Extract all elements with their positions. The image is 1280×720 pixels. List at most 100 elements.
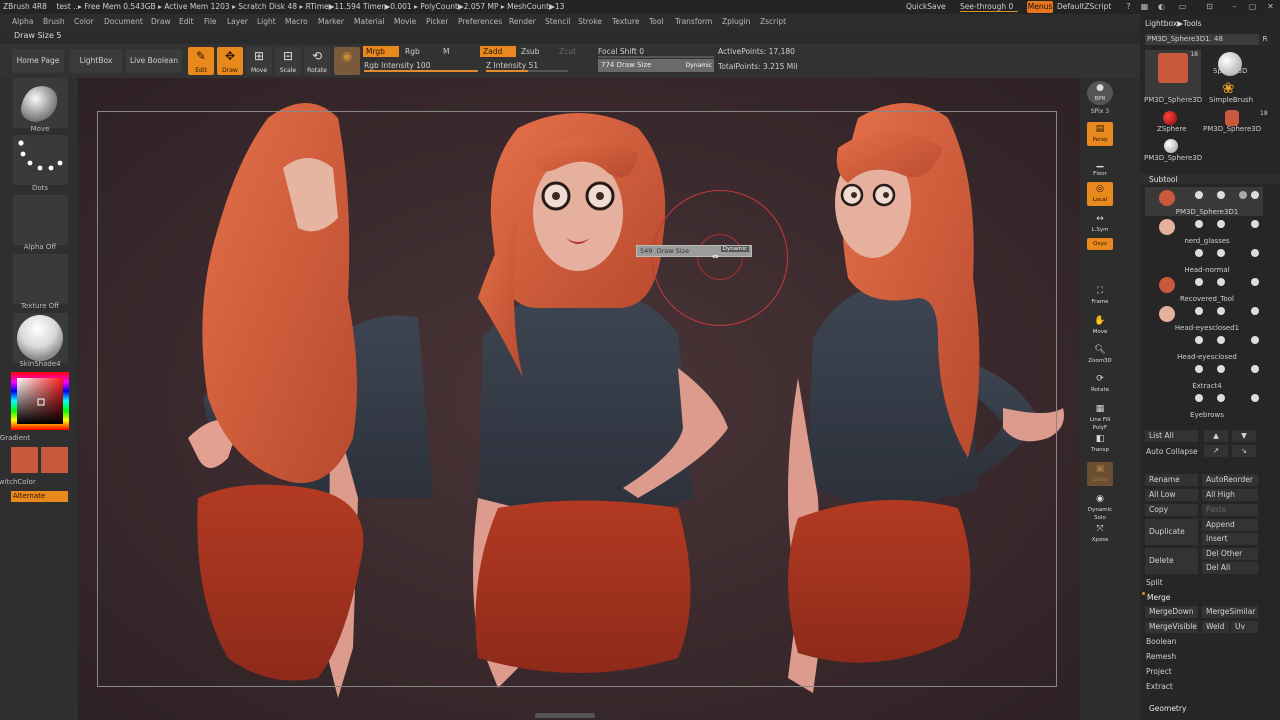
lock-icon[interactable]: ⊡ (1205, 2, 1214, 11)
visibility-icon[interactable] (1195, 220, 1203, 228)
uv-button[interactable]: Uv (1231, 621, 1258, 633)
subtool-row[interactable]: Eyebrows (1145, 390, 1263, 419)
ghost-button[interactable]: ▣ Ghost (1087, 462, 1113, 486)
delete-button[interactable]: Delete (1145, 548, 1198, 574)
arrow-right-up-icon[interactable]: ↗ (1204, 445, 1228, 457)
subtool-row[interactable]: Head-normal (1145, 245, 1263, 274)
rename-button[interactable]: Rename (1145, 474, 1198, 486)
menu-draw[interactable]: Draw (151, 17, 171, 26)
visibility-icon[interactable] (1195, 249, 1203, 257)
subtool-row[interactable]: Recovered_Tool (1145, 274, 1263, 303)
subtool-row[interactable]: Extract4 (1145, 361, 1263, 390)
see-through-slider[interactable]: See-through 0 (960, 2, 1018, 12)
menu-preferences[interactable]: Preferences (458, 17, 502, 26)
focal-shift-slider[interactable]: Focal Shift 0 (598, 46, 714, 58)
eye-icon[interactable] (1251, 249, 1259, 257)
move-view-button[interactable]: ✋ Move (1087, 314, 1113, 338)
polyf-button[interactable]: ▦ Line Fill PolyF (1087, 402, 1113, 431)
eye-icon[interactable] (1251, 365, 1259, 373)
subtool-row[interactable]: Head-eyesclosed (1145, 332, 1263, 361)
remesh-section[interactable]: Remesh (1146, 652, 1176, 661)
rgb-intensity-slider[interactable]: Rgb Intensity 100 (364, 60, 478, 72)
maximize-icon[interactable]: ▢ (1248, 2, 1257, 11)
tool-thumb-active[interactable]: 18 (1145, 50, 1201, 98)
close-icon[interactable]: ✕ (1266, 2, 1275, 11)
dynamic-toggle[interactable]: Dynamic (686, 59, 712, 72)
spix-slider[interactable]: SPix 3 (1085, 108, 1115, 115)
tool-breadcrumb[interactable]: Lightbox▶Tools (1145, 19, 1202, 28)
lightbox-button[interactable]: LightBox (70, 49, 122, 73)
bottom-tray-handle[interactable] (535, 713, 595, 718)
menu-movie[interactable]: Movie (394, 17, 416, 26)
arrow-up-button[interactable]: ▲ (1204, 430, 1228, 442)
all-high-button[interactable]: All High (1202, 489, 1258, 501)
alternate-button[interactable]: Alternate (11, 491, 68, 502)
zoom3d-button[interactable]: 🔍︎ Zoom3D (1087, 343, 1113, 367)
layout-icon[interactable]: ▦ (1140, 2, 1149, 11)
polypaint-icon[interactable] (1217, 191, 1225, 199)
polypaint-icon[interactable] (1217, 336, 1225, 344)
project-section[interactable]: Project (1146, 667, 1172, 676)
subtool-row-active[interactable]: PM3D_Sphere3D1 (1145, 187, 1263, 216)
transp-button[interactable]: ◧ Transp (1087, 432, 1113, 456)
zadd-toggle[interactable]: Zadd (480, 46, 516, 57)
polypaint-icon[interactable] (1217, 394, 1225, 402)
alpha-slot[interactable] (13, 195, 68, 245)
brush-icon[interactable] (1239, 191, 1247, 199)
menu-layer[interactable]: Layer (227, 17, 248, 26)
menu-edit[interactable]: Edit (179, 17, 194, 26)
paste-button[interactable]: Paste (1202, 504, 1258, 516)
switch-color-button[interactable]: SwitchColor (0, 478, 55, 486)
menu-alpha[interactable]: Alpha (12, 17, 33, 26)
texture-slot[interactable] (13, 254, 68, 304)
merge-down-button[interactable]: MergeDown (1145, 606, 1198, 618)
sphere-small-icon[interactable] (1164, 139, 1178, 153)
m-toggle[interactable]: M (440, 46, 460, 57)
auto-collapse-button[interactable]: Auto Collapse (1146, 447, 1198, 456)
menu-picker[interactable]: Picker (426, 17, 448, 26)
brush-slot[interactable] (13, 78, 68, 128)
menu-color[interactable]: Color (74, 17, 94, 26)
quicksave-button[interactable]: QuickSave (906, 2, 946, 11)
frame-button[interactable]: ⛶ Frame (1087, 284, 1113, 308)
help-icon[interactable]: ? (1124, 2, 1133, 11)
merge-section[interactable]: Merge (1147, 593, 1170, 602)
arrow-right-down-icon[interactable]: ↘ (1232, 445, 1256, 457)
secondary-color-swatch[interactable] (41, 447, 68, 473)
eye-icon[interactable] (1251, 394, 1259, 402)
persp-button[interactable]: ▤ Persp (1087, 122, 1113, 146)
draw-size-popup[interactable]: 549 Draw Size Dynamic (636, 245, 752, 257)
default-zscript-button[interactable]: DefaultZScript (1057, 2, 1111, 11)
del-all-button[interactable]: Del All (1202, 562, 1258, 574)
character-small-icon[interactable] (1225, 110, 1239, 126)
move-button[interactable]: ⊞ Move (246, 47, 272, 75)
local-button[interactable]: ◎ Local (1087, 182, 1113, 206)
menu-brush[interactable]: Brush (43, 17, 65, 26)
autoreorder-button[interactable]: AutoReorder (1202, 474, 1258, 486)
split-section[interactable]: Split (1146, 578, 1163, 587)
boolean-section[interactable]: Boolean (1146, 637, 1176, 646)
qxyz-button[interactable]: Qxyz (1087, 238, 1113, 250)
menus-button[interactable]: Menus (1027, 1, 1053, 13)
draw-size-slider[interactable]: 774 Draw Size Dynamic (598, 59, 714, 72)
polypaint-icon[interactable] (1217, 307, 1225, 315)
polypaint-icon[interactable] (1217, 220, 1225, 228)
material-swatch-button[interactable]: ◉ (334, 47, 360, 75)
polypaint-icon[interactable] (1217, 278, 1225, 286)
polypaint-icon[interactable] (1217, 249, 1225, 257)
menu-render[interactable]: Render (509, 17, 536, 26)
del-other-button[interactable]: Del Other (1202, 548, 1258, 560)
mrgb-toggle[interactable]: Mrgb (363, 46, 399, 57)
home-page-button[interactable]: Home Page (12, 49, 64, 73)
window-icon[interactable]: ▭ (1178, 2, 1187, 11)
copy-button[interactable]: Copy (1145, 504, 1198, 516)
simplebrush-icon[interactable]: ❀ (1222, 80, 1240, 96)
geometry-section[interactable]: Geometry (1149, 704, 1186, 713)
color-picker[interactable] (11, 372, 69, 430)
insert-button[interactable]: Insert (1202, 533, 1258, 545)
menu-tool[interactable]: Tool (649, 17, 664, 26)
list-all-button[interactable]: List All (1145, 430, 1198, 442)
menu-material[interactable]: Material (354, 17, 384, 26)
stroke-slot[interactable] (13, 135, 68, 185)
menu-marker[interactable]: Marker (318, 17, 344, 26)
